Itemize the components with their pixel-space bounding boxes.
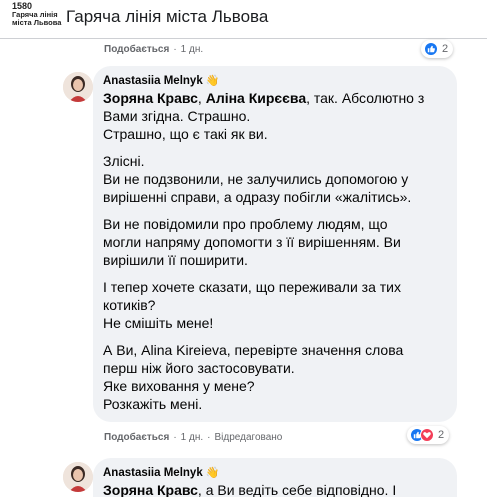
prev-like-link[interactable]: Подобається	[104, 44, 169, 55]
comment-reaction-count: 2	[438, 429, 445, 441]
comment-line: Страшно, що є такі як ви.	[103, 126, 268, 142]
mention-link[interactable]: Зоряна Кравс	[103, 482, 198, 497]
comment-line: Ви не повідомили про проблему людям, що	[103, 216, 388, 232]
comment-line: Злісні.	[103, 153, 145, 169]
comment-author[interactable]: Anastasiia Melnyk	[103, 74, 203, 88]
comment-line: могли напряму допомогти з її вирішенням.…	[103, 234, 401, 250]
prev-reactions[interactable]: 2	[421, 40, 454, 58]
comment-line: вирішенні справи, а одразу побігли «жалі…	[103, 189, 412, 205]
comment-line: Зоряна Кравс, Аліна Кирєєва, так. Абсолю…	[103, 89, 445, 107]
mention-link[interactable]: Аліна Кирєєва	[206, 90, 306, 106]
mention-link[interactable]: Зоряна Кравс	[103, 90, 198, 106]
comment-line: вирішили її поширити.	[103, 252, 248, 268]
prev-comment-meta: Подобається · 1 дн.	[104, 44, 203, 55]
meta-separator: ·	[207, 432, 211, 443]
comment-line: Ви не подзвонили, не залучились допомого…	[103, 171, 409, 187]
like-reaction-icon	[424, 42, 438, 56]
avatar-image	[63, 462, 93, 492]
love-reaction-icon	[420, 428, 434, 442]
page-title[interactable]: Гаряча лінія міста Львова	[66, 7, 268, 27]
comment-bubble: Anastasiia Melnyk 👋 Зоряна Кравс, Аліна …	[93, 66, 457, 422]
comment-line-text: , а Ви ведіть себе відповідно. І	[197, 482, 397, 497]
avatar[interactable]	[63, 462, 93, 492]
header-divider	[0, 38, 487, 39]
wave-hand-icon: 👋	[205, 467, 220, 479]
wave-hand-icon: 👋	[205, 75, 220, 87]
comment-line: І тепер хочете сказати, що переживали за…	[103, 279, 401, 295]
comment-author-row: Anastasiia Melnyk 👋	[103, 466, 445, 480]
prev-reaction-count: 2	[442, 43, 449, 55]
edited-label[interactable]: Відредаговано	[215, 432, 283, 443]
comment-line: перш ніж його застосовувати.	[103, 360, 295, 376]
meta-separator: ·	[173, 44, 177, 55]
next-comment-bubble: Anastasiia Melnyk 👋 Зоряна Кравс, а Ви в…	[93, 458, 457, 497]
comment-line: Яке виховання у мене?	[103, 378, 255, 394]
page-header: 1580 Гаряча лінія міста Львова Гаряча лі…	[0, 0, 487, 40]
comment-author-row: Anastasiia Melnyk 👋	[103, 74, 445, 88]
logo-line-2: міста Львова	[12, 18, 62, 27]
comment-line: котиків?	[103, 297, 156, 313]
avatar-image	[63, 72, 93, 102]
logo-text: 1580 Гаряча лінія міста Львова	[12, 1, 61, 27]
page-logo[interactable]: 1580 Гаряча лінія міста Львова	[9, 1, 61, 35]
avatar[interactable]	[63, 72, 93, 102]
comment-line: Не смішіть мене!	[103, 315, 214, 331]
meta-separator: ·	[173, 432, 177, 443]
comment-author[interactable]: Anastasiia Melnyk	[103, 466, 203, 480]
comment-text: Зоряна Кравс, а Ви ведіть себе відповідн…	[103, 481, 445, 497]
comment-meta: Подобається · 1 дн. · Відредаговано	[104, 432, 282, 443]
comment-text: Зоряна Кравс, Аліна Кирєєва, так. Абсолю…	[103, 89, 445, 413]
comment-line: Розкажіть мені.	[103, 396, 203, 412]
comment-line-text: , так. Абсолютно з	[306, 90, 425, 106]
mention-separator: ,	[197, 90, 206, 106]
like-link[interactable]: Подобається	[104, 432, 169, 443]
comment-reactions[interactable]: 2	[407, 426, 450, 444]
comment-line: Вами згідна. Страшно.	[103, 108, 251, 124]
comment-time[interactable]: 1 дн.	[181, 432, 203, 443]
comment-line: А Ви, Alina Kireieva, перевірте значення…	[103, 342, 404, 358]
comment-line: Зоряна Кравс, а Ви ведіть себе відповідн…	[103, 481, 445, 497]
prev-comment-time[interactable]: 1 дн.	[181, 44, 203, 55]
